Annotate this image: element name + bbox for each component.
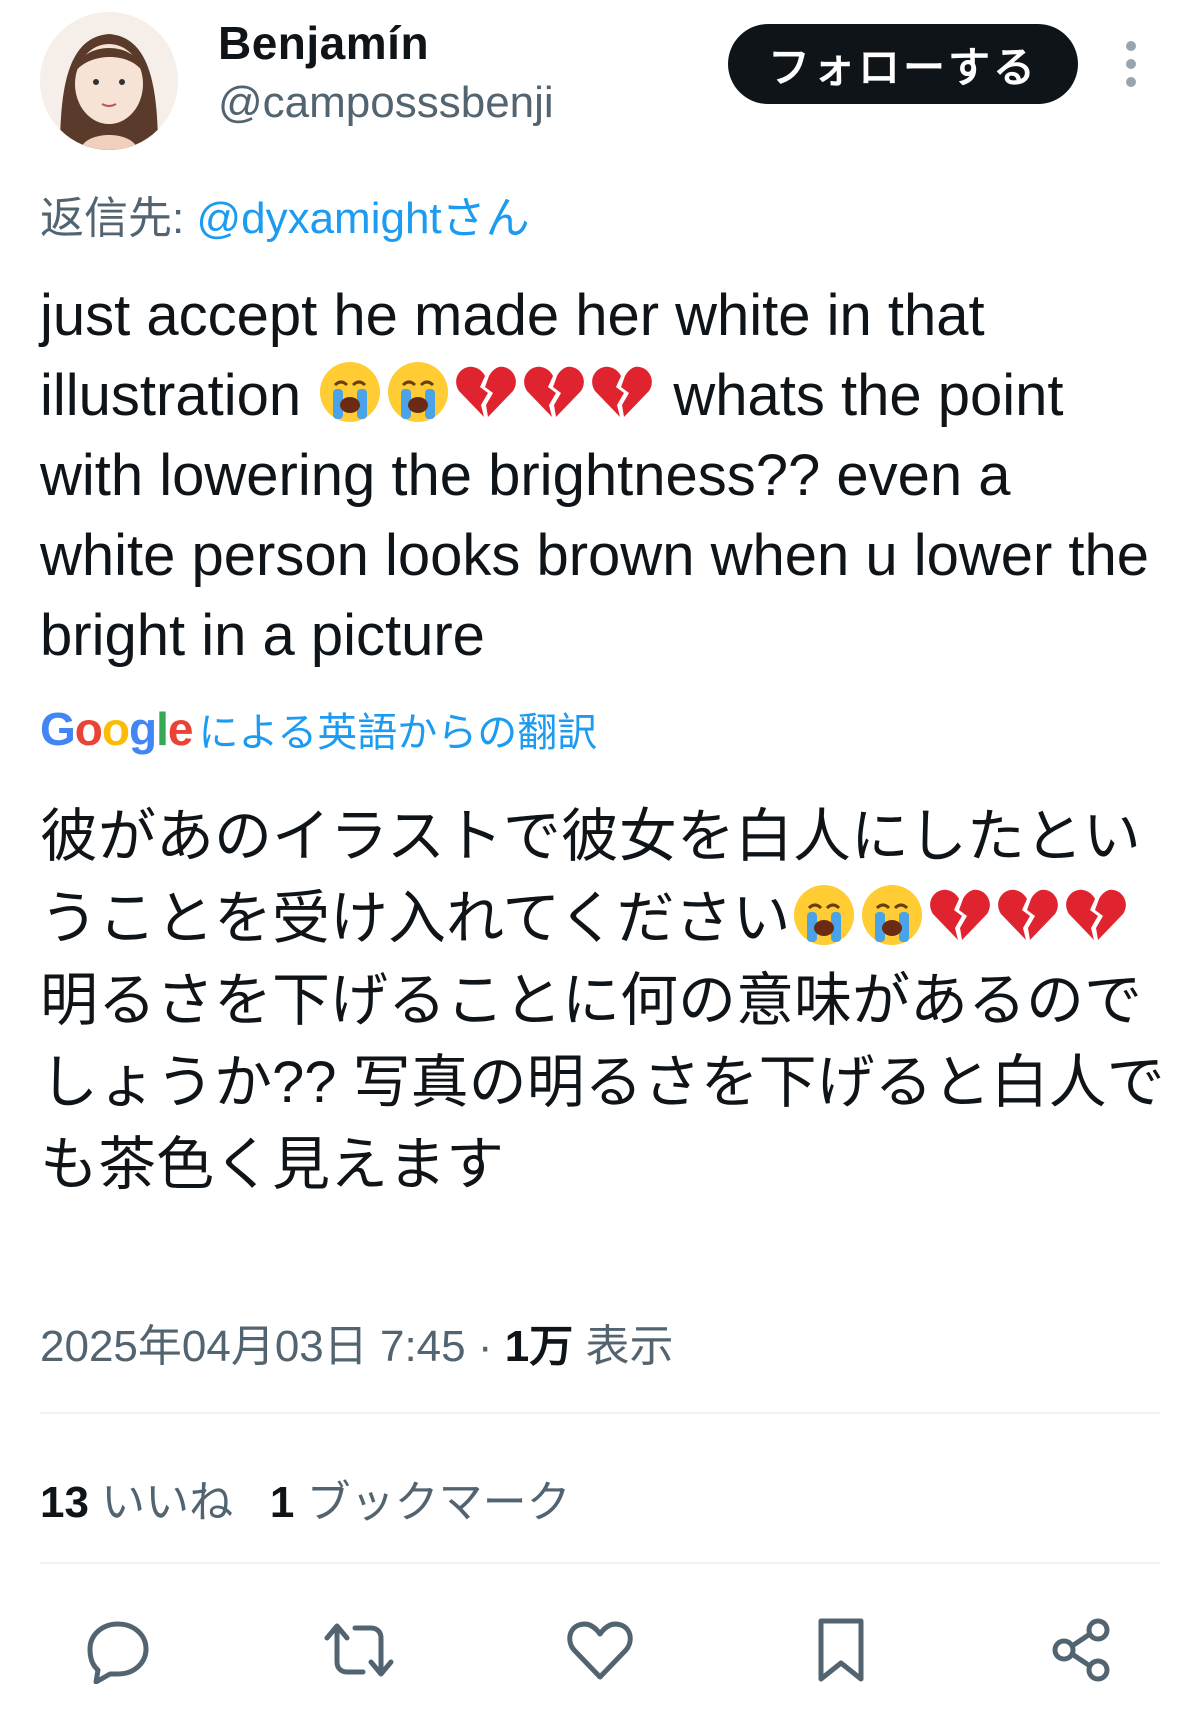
action-bar (40, 1600, 1160, 1700)
likes-count: 13 (40, 1478, 89, 1527)
loudly-crying-face-icon (317, 359, 383, 425)
bookmarks-count: 1 (269, 1478, 295, 1527)
loudly-crying-face-icon (385, 359, 451, 425)
tweet-text: just accept he made her white in that il… (40, 276, 1160, 676)
engagement-stats: 13 いいね 1 ブックマーク (40, 1466, 571, 1530)
translated-text: 彼があのイラストで彼女を白人にしたということを受け入れてください明るさを下げるこ… (40, 796, 1180, 1206)
broken-heart-icon (995, 882, 1061, 948)
bookmark-icon[interactable] (803, 1612, 879, 1688)
bookmarks-stat[interactable]: 1 ブックマーク (270, 1478, 571, 1527)
reply-prefix: 返信先: (40, 194, 197, 243)
translation-attribution[interactable]: Google による英語からの翻訳 (40, 700, 597, 758)
views-label: 表示 (573, 1322, 674, 1371)
tweet-timestamp[interactable]: 2025年04月03日 7:45 (40, 1322, 466, 1371)
loudly-crying-face-icon (791, 882, 857, 948)
divider (40, 1562, 1160, 1564)
broken-heart-icon (927, 882, 993, 948)
translated-text-part2: 明るさを下げることに何の意味があるのでしょうか?? 写真の明るさを下げると白人で… (40, 968, 1165, 1197)
follow-button[interactable]: フォローする (728, 24, 1078, 104)
author-name[interactable]: Benjamín (218, 16, 429, 70)
reply-mention-link[interactable]: @dyxamightさん (196, 194, 529, 243)
loudly-crying-face-icon (859, 882, 925, 948)
bookmarks-label: ブックマーク (294, 1478, 571, 1527)
broken-heart-icon (453, 359, 519, 425)
author-handle[interactable]: @camposssbenji (218, 78, 554, 128)
likes-label: いいね (88, 1478, 234, 1527)
google-logo: Google (40, 703, 193, 755)
reply-context: 返信先: @dyxamightさん (40, 182, 530, 246)
repost-icon[interactable] (321, 1612, 397, 1688)
more-options-icon[interactable] (1118, 38, 1144, 90)
broken-heart-icon (589, 359, 655, 425)
like-icon[interactable] (562, 1612, 638, 1688)
meta-separator: · (465, 1322, 505, 1371)
broken-heart-icon (1063, 882, 1129, 948)
tweet-metadata: 2025年04月03日 7:45 · 1万 表示 (40, 1310, 673, 1374)
share-icon[interactable] (1044, 1612, 1120, 1688)
reply-icon[interactable] (80, 1612, 156, 1688)
translation-label: による英語からの翻訳 (198, 711, 598, 755)
avatar-illustration (40, 12, 178, 150)
divider (40, 1412, 1160, 1414)
avatar[interactable] (40, 12, 178, 150)
likes-stat[interactable]: 13 いいね (40, 1478, 233, 1527)
views-count[interactable]: 1万 (505, 1322, 573, 1371)
broken-heart-icon (521, 359, 587, 425)
